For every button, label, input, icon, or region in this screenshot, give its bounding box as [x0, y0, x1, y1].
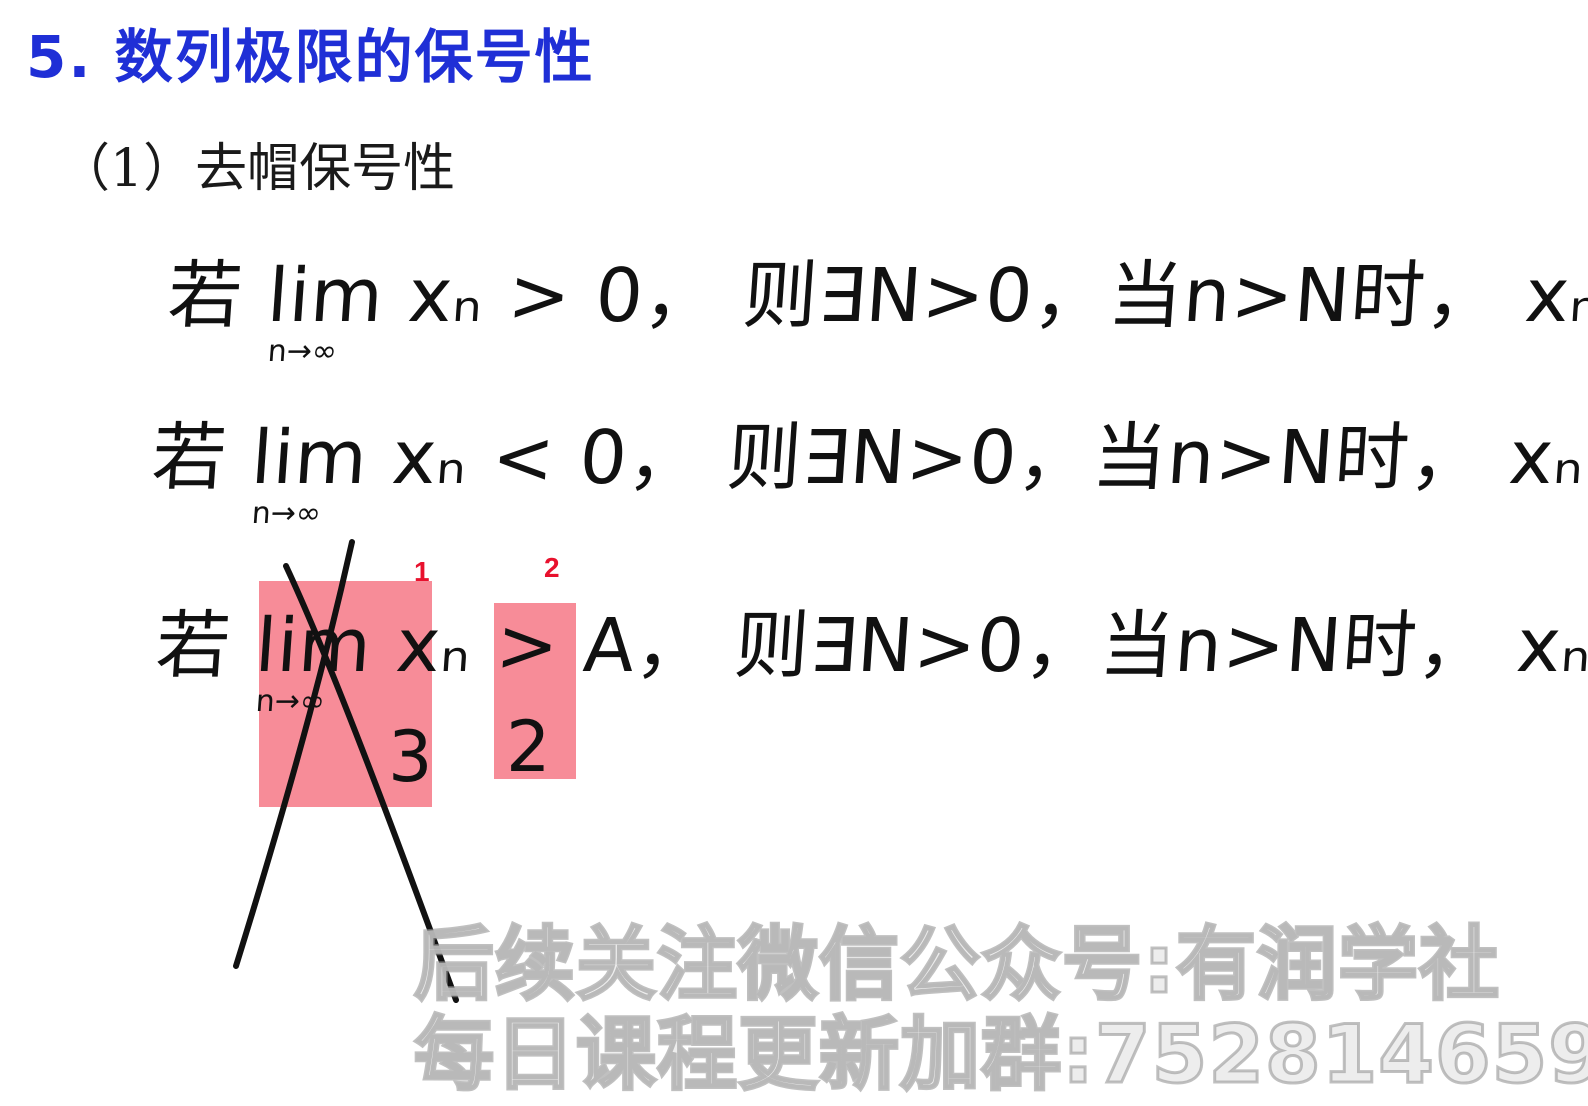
watermark-line-2: 每日课程更新加群:752814659	[413, 1007, 1588, 1103]
cross-stroke-left	[233, 539, 355, 969]
